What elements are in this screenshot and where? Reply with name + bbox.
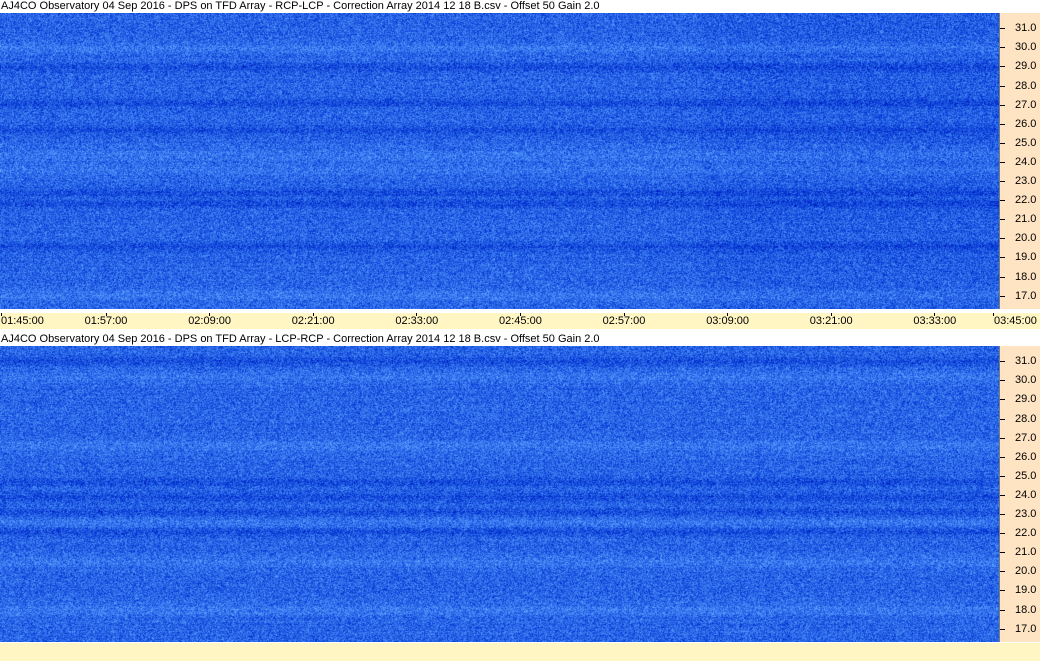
y-tick-mark: [1000, 200, 1005, 202]
y-tick-label: 18.0: [1015, 603, 1037, 616]
y-tick-label: 24.0: [1015, 155, 1037, 168]
y-tick-label: 31.0: [1015, 355, 1037, 368]
x-tick-label: 03:45:00: [994, 315, 1037, 327]
x-tick-label: 02:09:00: [188, 315, 232, 327]
y-tick-mark: [1000, 380, 1005, 382]
y-tick-label: 18.0: [1015, 270, 1037, 283]
y-tick-mark: [1000, 533, 1005, 535]
x-tick-label: 02:57:00: [602, 315, 646, 327]
y-tick-label: 27.0: [1015, 98, 1037, 111]
y-tick-mark: [1000, 609, 1005, 611]
y-tick-mark: [1000, 142, 1005, 144]
y-tick-label: 20.0: [1015, 232, 1037, 245]
y-tick-mark: [1000, 47, 1005, 49]
y-tick-label: 28.0: [1015, 79, 1037, 92]
x-tick-label: 03:21:00: [809, 315, 853, 327]
y-tick-mark: [1000, 361, 1005, 363]
y-tick-label: 23.0: [1015, 508, 1037, 521]
y-tick-mark: [1000, 456, 1005, 458]
y-tick-label: 20.0: [1015, 565, 1037, 578]
y-tick-mark: [1000, 219, 1005, 221]
x-tick-label: 01:57:00: [84, 315, 128, 327]
y-tick-label: 25.0: [1015, 136, 1037, 149]
bottom-panel-title: AJ4CO Observatory 04 Sep 2016 - DPS on T…: [1, 333, 600, 345]
y-tick-mark: [1000, 123, 1005, 125]
x-tick-label: 03:09:00: [706, 315, 750, 327]
top-spectrogram-canvas: [0, 13, 999, 309]
x-tick-label: 02:21:00: [291, 315, 335, 327]
y-tick-mark: [1000, 161, 1005, 163]
time-axis: 01:45:00 01:57:00 02:09:00 02:21:00 02:33:00…: [0, 313, 1040, 329]
x-tick-label: 02:45:00: [499, 315, 542, 327]
y-tick-mark: [1000, 628, 1005, 630]
top-panel-title: AJ4CO Observatory 04 Sep 2016 - DPS on T…: [1, 0, 600, 12]
bottom-spectrogram-canvas: [0, 346, 999, 642]
y-tick-label: 24.0: [1015, 488, 1037, 501]
x-tick-label: 03:33:00: [913, 315, 957, 327]
y-tick-mark: [1000, 399, 1005, 401]
y-tick-mark: [1000, 494, 1005, 496]
x-tick-label: 02:33:00: [395, 315, 439, 327]
y-tick-mark: [1000, 276, 1005, 278]
y-tick-mark: [1000, 238, 1005, 240]
y-tick-mark: [1000, 85, 1005, 87]
top-frequency-axis: 31.0 30.0 29.0 28.0 27.0 26.0 25.0 24.0 23.0 22.0…: [999, 13, 1040, 309]
y-tick-mark: [1000, 181, 1005, 183]
y-tick-label: 30.0: [1015, 41, 1037, 54]
y-tick-label: 25.0: [1015, 469, 1037, 482]
y-tick-label: 27.0: [1015, 431, 1037, 444]
y-tick-label: 21.0: [1015, 546, 1037, 559]
y-tick-mark: [1000, 590, 1005, 592]
bottom-frequency-axis: 31.0 30.0 29.0 28.0 27.0 26.0 25.0 24.0 23.0 22.0…: [999, 346, 1040, 642]
bottom-spectrogram: [0, 346, 999, 642]
y-tick-mark: [1000, 418, 1005, 420]
y-tick-label: 19.0: [1015, 584, 1037, 597]
y-tick-label: 22.0: [1015, 194, 1037, 207]
y-tick-mark: [1000, 514, 1005, 516]
y-tick-label: 22.0: [1015, 527, 1037, 540]
y-tick-mark: [1000, 571, 1005, 573]
y-tick-label: 17.0: [1015, 289, 1037, 302]
y-tick-mark: [1000, 104, 1005, 106]
y-tick-mark: [1000, 552, 1005, 554]
y-tick-mark: [1000, 437, 1005, 439]
y-tick-label: 26.0: [1015, 450, 1037, 463]
y-tick-mark: [1000, 295, 1005, 297]
y-tick-label: 23.0: [1015, 175, 1037, 188]
bottom-time-axis: [0, 643, 1040, 661]
y-tick-label: 31.0: [1015, 22, 1037, 35]
y-tick-label: 28.0: [1015, 412, 1037, 425]
y-tick-label: 17.0: [1015, 622, 1037, 635]
x-tick-label: 01:45:00: [1, 315, 44, 327]
y-tick-mark: [1000, 257, 1005, 259]
y-tick-label: 29.0: [1015, 393, 1037, 406]
y-tick-mark: [1000, 28, 1005, 30]
y-tick-label: 29.0: [1015, 60, 1037, 73]
y-tick-mark: [1000, 475, 1005, 477]
y-tick-label: 21.0: [1015, 213, 1037, 226]
y-tick-label: 26.0: [1015, 117, 1037, 130]
y-tick-label: 30.0: [1015, 374, 1037, 387]
top-spectrogram: [0, 13, 999, 309]
y-tick-mark: [1000, 66, 1005, 68]
y-tick-label: 19.0: [1015, 251, 1037, 264]
